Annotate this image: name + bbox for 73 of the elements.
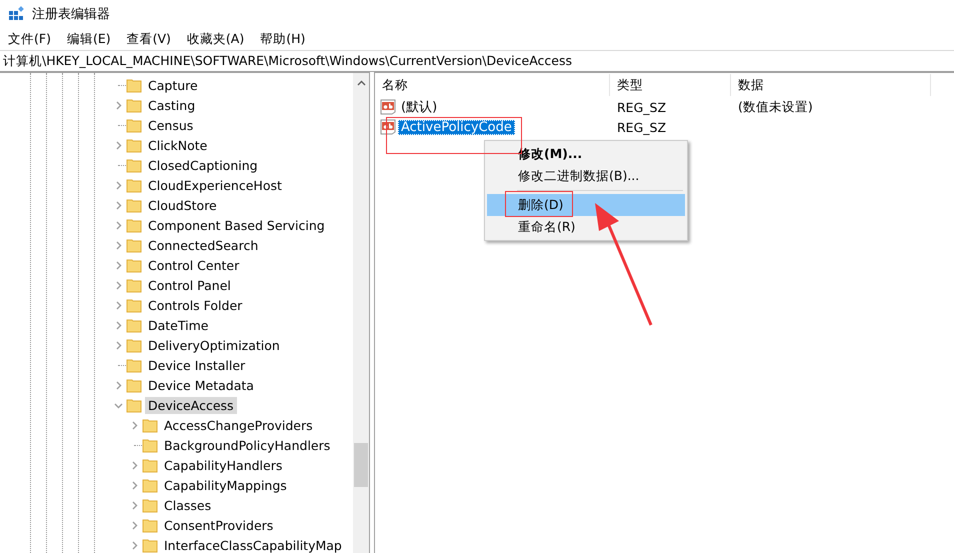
annotation-box <box>505 191 573 217</box>
scrollbar[interactable] <box>353 73 369 553</box>
value-type: REG_SZ <box>616 120 668 134</box>
folder-icon <box>126 77 142 93</box>
folder-icon <box>142 537 158 553</box>
tree-item[interactable]: Census <box>145 116 196 134</box>
folder-icon <box>126 337 142 353</box>
folder-icon <box>126 197 142 213</box>
tree-item[interactable]: ConsentProviders <box>161 516 276 534</box>
tree-item[interactable]: DeviceAccess <box>145 396 237 414</box>
folder-icon <box>126 177 142 193</box>
menu-item[interactable]: 收藏夹(A) <box>180 30 250 48</box>
folder-icon <box>126 257 142 273</box>
folder-icon <box>126 357 142 373</box>
folder-icon <box>126 97 142 113</box>
tree-item[interactable]: DateTime <box>145 316 212 334</box>
tree-item[interactable]: ConnectedSearch <box>145 236 262 254</box>
context-menu-item[interactable]: 删除(D) <box>487 194 685 216</box>
value-name[interactable]: (默认) <box>398 98 440 116</box>
folder-icon <box>126 397 142 413</box>
tree-item[interactable]: Controls Folder <box>145 296 246 314</box>
folder-icon <box>142 517 158 533</box>
folder-icon <box>142 417 158 433</box>
folder-icon <box>126 157 142 173</box>
folder-icon <box>126 137 142 153</box>
value-type: REG_SZ <box>616 100 668 114</box>
folder-icon <box>142 437 158 453</box>
column-header[interactable]: 数据 <box>731 74 931 96</box>
menu-item[interactable]: 文件(F) <box>2 30 57 48</box>
tree-item[interactable]: InterfaceClassCapabilityMap <box>161 536 345 553</box>
tree-item[interactable]: DeliveryOptimization <box>145 336 283 354</box>
tree-item[interactable]: CapabilityMappings <box>161 476 290 494</box>
folder-icon <box>126 237 142 253</box>
folder-icon <box>142 457 158 473</box>
tree-item[interactable]: Device Installer <box>145 356 248 374</box>
value-data: (数值未设置) <box>737 98 814 116</box>
tree-item[interactable]: AccessChangeProviders <box>161 416 316 434</box>
tree-item[interactable]: Control Center <box>145 256 242 274</box>
registry-app-icon <box>8 6 24 22</box>
context-menu-item[interactable]: 重命名(R) <box>487 216 685 238</box>
tree-item[interactable]: BackgroundPolicyHandlers <box>161 436 334 454</box>
string-value-icon <box>380 119 396 135</box>
column-header[interactable]: 名称 <box>375 74 610 96</box>
context-menu-item[interactable]: 修改二进制数据(B)... <box>487 165 685 187</box>
tree-item[interactable]: Control Panel <box>145 276 234 294</box>
column-header[interactable]: 类型 <box>610 74 731 96</box>
tree-item[interactable]: CloudStore <box>145 196 220 214</box>
value-name[interactable]: ActivePolicyCode <box>398 120 515 134</box>
tree-item[interactable]: Device Metadata <box>145 376 257 394</box>
folder-icon <box>142 497 158 513</box>
tree-item[interactable]: CloudExperienceHost <box>145 176 285 194</box>
menu-item[interactable]: 编辑(E) <box>60 30 117 48</box>
folder-icon <box>126 297 142 313</box>
folder-icon <box>126 117 142 133</box>
tree-item[interactable]: Component Based Servicing <box>145 216 328 234</box>
folder-icon <box>126 217 142 233</box>
menu-item[interactable]: 查看(V) <box>120 30 177 48</box>
tree-item[interactable]: Casting <box>145 96 198 114</box>
menu-item[interactable]: 帮助(H) <box>254 30 312 48</box>
scroll-up-icon[interactable] <box>356 79 366 88</box>
tree-item[interactable]: Classes <box>161 496 214 514</box>
tree-item[interactable]: Capture <box>145 76 201 94</box>
tree-item[interactable]: ClickNote <box>145 136 210 154</box>
string-value-icon <box>380 99 396 115</box>
folder-icon <box>126 317 142 333</box>
folder-icon <box>126 277 142 293</box>
address-field[interactable]: 计算机\HKEY_LOCAL_MACHINE\SOFTWARE\Microsoft\Windows\CurrentVersion\DeviceAccess <box>0 50 954 72</box>
tree-item[interactable]: ClosedCaptioning <box>145 156 261 174</box>
folder-icon <box>142 477 158 493</box>
folder-icon <box>126 377 142 393</box>
scroll-thumb[interactable] <box>354 443 368 487</box>
window-title: 注册表编辑器 <box>32 6 110 23</box>
tree-item[interactable]: CapabilityHandlers <box>161 456 286 474</box>
